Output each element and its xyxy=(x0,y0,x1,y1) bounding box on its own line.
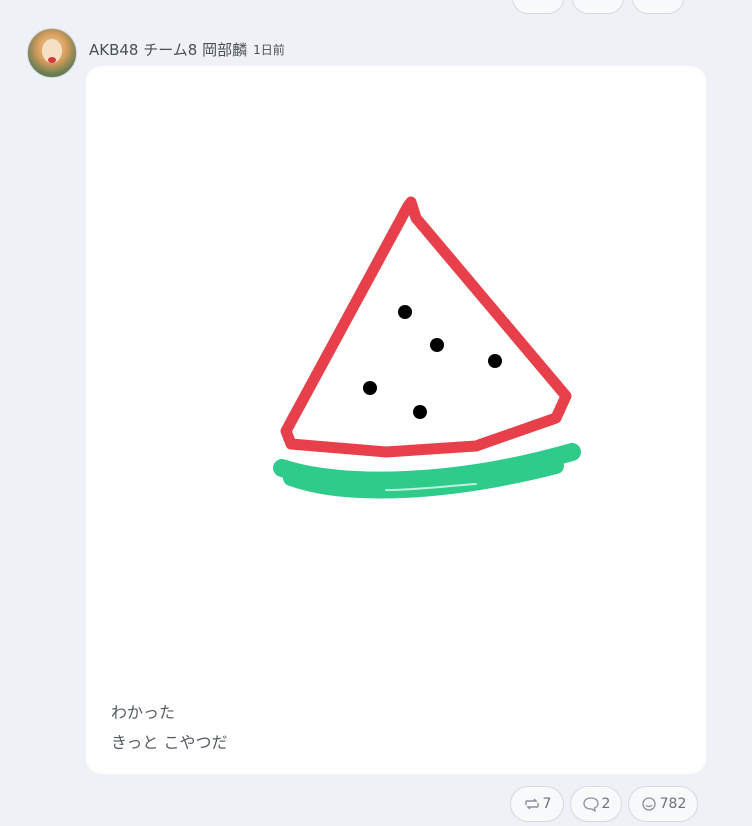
seed xyxy=(430,338,444,352)
avatar[interactable] xyxy=(27,28,77,78)
like-icon xyxy=(641,797,656,811)
seed xyxy=(398,305,412,319)
reply-count: 2 xyxy=(601,796,611,812)
repost-icon xyxy=(524,798,539,810)
reply-button[interactable]: 2 xyxy=(570,786,622,822)
seed xyxy=(413,405,427,419)
post-actions: 7 2 782 xyxy=(510,786,698,822)
like-button[interactable]: 782 xyxy=(628,786,698,822)
avatar-mouth xyxy=(48,57,56,63)
post-card[interactable]: わかった きっと こやつだ xyxy=(86,66,706,774)
like-count: 782 xyxy=(659,796,687,812)
prev-like-button[interactable] xyxy=(632,0,684,14)
seed xyxy=(363,381,377,395)
watermelon-drawing xyxy=(273,196,581,499)
previous-post-actions xyxy=(512,0,684,14)
author-name[interactable]: AKB48 チーム8 岡部麟 xyxy=(89,39,247,60)
prev-reply-button[interactable] xyxy=(572,0,624,14)
caption-line-1: わかった xyxy=(111,703,176,722)
caption-line-2: きっと こやつだ xyxy=(111,733,228,752)
prev-repost-button[interactable] xyxy=(512,0,564,14)
repost-count: 7 xyxy=(542,796,552,812)
seed xyxy=(488,354,502,368)
post-caption: わかった きっと こやつだ xyxy=(111,698,227,758)
repost-button[interactable]: 7 xyxy=(510,786,564,822)
comment-icon xyxy=(582,797,599,812)
post-time: 1日前 xyxy=(253,42,285,57)
